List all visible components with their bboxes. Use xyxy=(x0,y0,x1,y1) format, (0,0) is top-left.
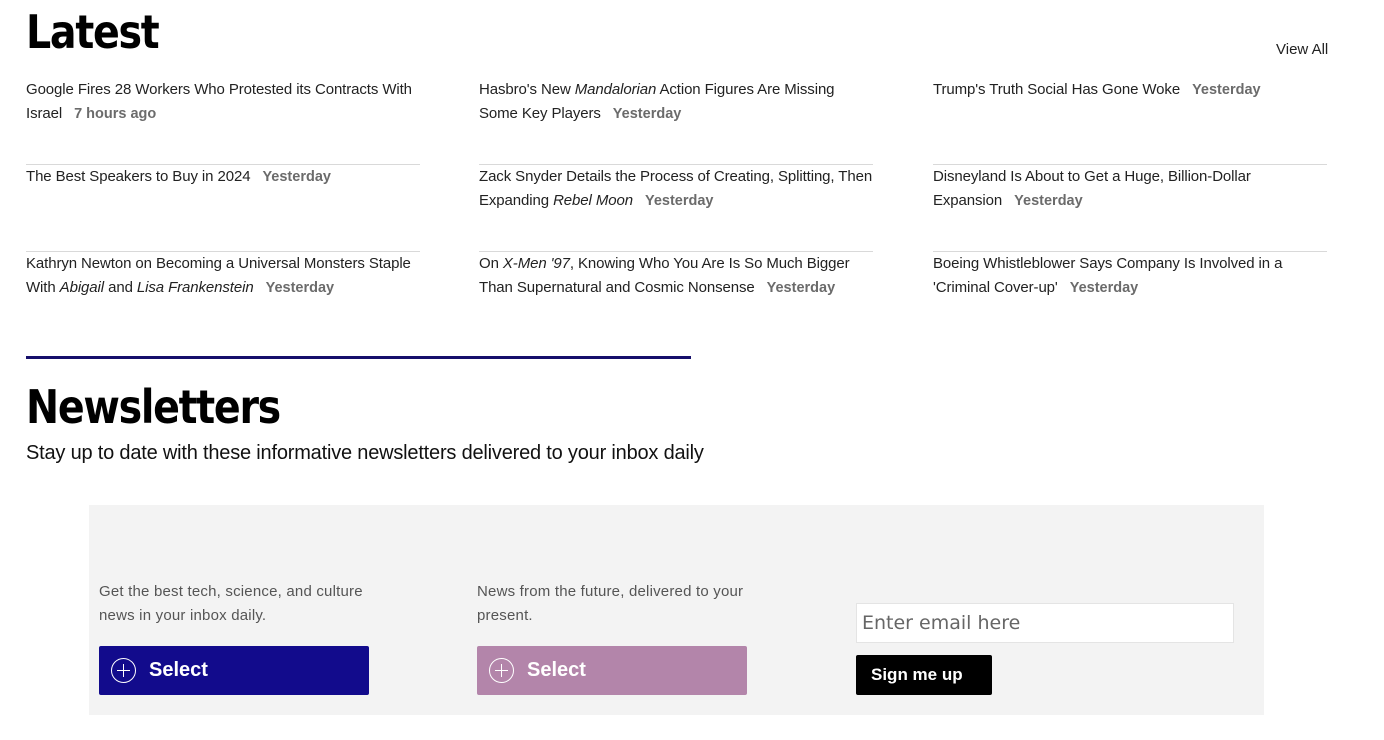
article-timestamp: Yesterday xyxy=(1192,82,1261,98)
article-headline-link[interactable]: The Best Speakers to Buy in 2024 xyxy=(26,168,251,185)
plus-circle-icon xyxy=(111,658,136,683)
article-list-item: Kathryn Newton on Becoming a Universal M… xyxy=(26,252,420,339)
headline-text: On xyxy=(479,255,503,272)
article-list-item: Hasbro's New Mandalorian Action Figures … xyxy=(479,78,873,165)
article-timestamp: Yesterday xyxy=(644,193,714,209)
newsletters-subtitle: Stay up to date with these informative n… xyxy=(26,442,704,464)
newsletters-heading: Newsletters xyxy=(26,380,281,434)
article-list-item: Google Fires 28 Workers Who Protested it… xyxy=(26,78,420,165)
latest-column: Trump's Truth Social Has Gone Woke Yester… xyxy=(933,78,1327,339)
article-list-item: Disneyland Is About to Get a Huge, Billi… xyxy=(933,165,1327,252)
headline-text: Disneyland Is About to Get a Huge, Billi… xyxy=(933,168,1251,209)
article-item-content: Boeing Whistleblower Says Company Is Inv… xyxy=(933,252,1327,300)
article-headline-link[interactable]: Disneyland Is About to Get a Huge, Billi… xyxy=(933,168,1251,209)
article-timestamp: Yesterday xyxy=(265,280,335,296)
headline-italic-text: Mandalorian xyxy=(574,81,657,98)
newsletter-description: Get the best tech, science, and culture … xyxy=(99,583,363,624)
article-item-content: Kathryn Newton on Becoming a Universal M… xyxy=(26,252,420,300)
headline-italic-text: Rebel Moon xyxy=(553,192,633,209)
headline-italic-text: X-Men '97 xyxy=(502,255,570,272)
article-item-content: The Best Speakers to Buy in 2024 Yesterda… xyxy=(26,165,420,189)
article-list-item: Boeing Whistleblower Says Company Is Inv… xyxy=(933,252,1327,339)
view-all-link[interactable]: View All xyxy=(1276,41,1328,59)
select-newsletter-button[interactable]: Select xyxy=(99,646,369,695)
article-headline-link[interactable]: Trump's Truth Social Has Gone Woke xyxy=(933,81,1180,98)
article-item-content: Disneyland Is About to Get a Huge, Billi… xyxy=(933,165,1327,213)
headline-italic-text: Lisa Frankenstein xyxy=(136,279,254,296)
headline-italic-text: Abigail xyxy=(59,279,105,296)
article-item-content: Trump's Truth Social Has Gone Woke Yester… xyxy=(933,78,1327,102)
article-list-item: The Best Speakers to Buy in 2024 Yesterda… xyxy=(26,165,420,252)
article-item-content: Hasbro's New Mandalorian Action Figures … xyxy=(479,78,873,126)
article-timestamp: Yesterday xyxy=(1069,280,1139,296)
headline-text: The Best Speakers to Buy in 2024 xyxy=(26,168,251,185)
latest-column: Google Fires 28 Workers Who Protested it… xyxy=(26,78,420,339)
section-divider xyxy=(26,356,691,359)
article-item-content: Google Fires 28 Workers Who Protested it… xyxy=(26,78,420,126)
article-timestamp: Yesterday xyxy=(612,106,682,122)
article-list-item: Zack Snyder Details the Process of Creat… xyxy=(479,165,873,252)
sign-up-button[interactable]: Sign me up xyxy=(856,655,992,695)
article-list-item: On X-Men '97, Knowing Who You Are Is So … xyxy=(479,252,873,339)
latest-column: Hasbro's New Mandalorian Action Figures … xyxy=(479,78,873,339)
article-timestamp: Yesterday xyxy=(766,280,836,296)
select-newsletter-button[interactable]: Select xyxy=(477,646,747,695)
plus-circle-icon xyxy=(489,658,514,683)
article-list-item: Trump's Truth Social Has Gone Woke Yester… xyxy=(933,78,1327,165)
article-item-content: Zack Snyder Details the Process of Creat… xyxy=(479,165,873,213)
newsletter-signup-panel: Get the best tech, science, and culture … xyxy=(89,505,1264,715)
article-item-content: On X-Men '97, Knowing Who You Are Is So … xyxy=(479,252,873,300)
headline-text: Trump's Truth Social Has Gone Woke xyxy=(933,81,1181,98)
newsletter-description: News from the future, delivered to your … xyxy=(477,583,744,624)
article-timestamp: 7 hours ago xyxy=(74,106,157,122)
article-timestamp: Yesterday xyxy=(1014,193,1083,209)
email-input[interactable] xyxy=(856,603,1234,643)
select-button-label: Select xyxy=(527,659,586,681)
headline-text: and xyxy=(104,279,137,296)
headline-text: Hasbro's New xyxy=(479,81,575,98)
select-button-label: Select xyxy=(149,659,208,681)
article-headline-link[interactable]: Kathryn Newton on Becoming a Universal M… xyxy=(26,255,411,296)
article-timestamp: Yesterday xyxy=(262,169,331,185)
latest-heading: Latest xyxy=(26,5,160,59)
